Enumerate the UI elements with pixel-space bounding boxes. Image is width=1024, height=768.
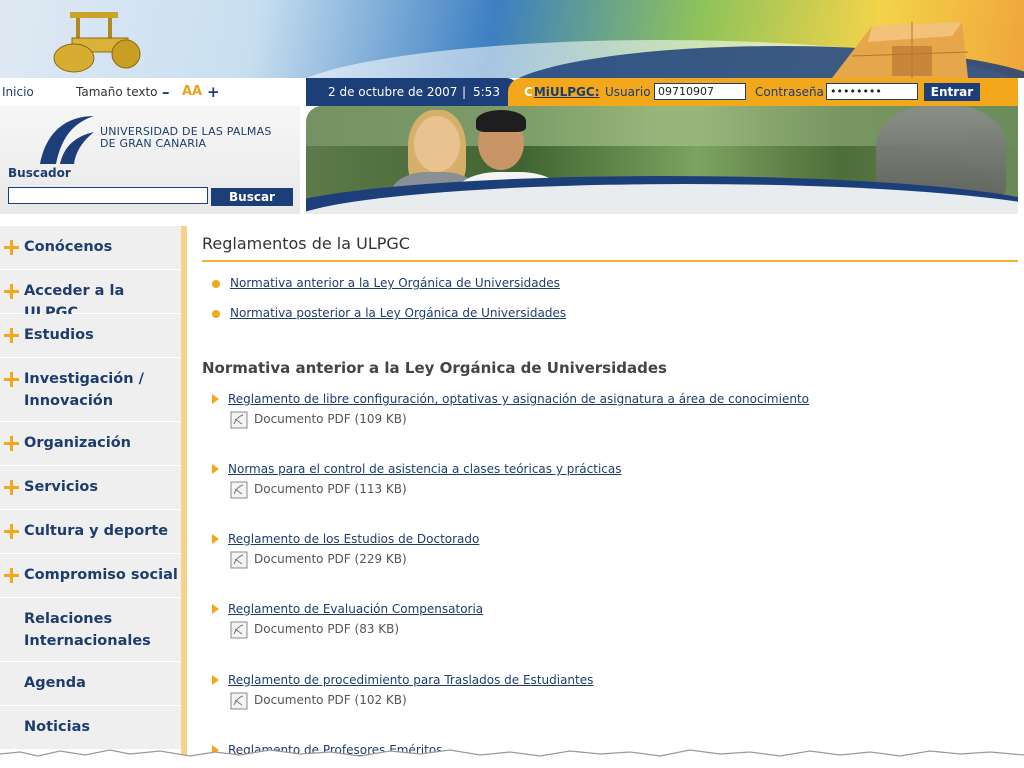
date-separator: | [462,85,467,99]
arrow-bullet-icon [212,394,219,404]
toc-link-anterior[interactable]: Normativa anterior a la Ley Orgánica de … [230,276,560,290]
university-name: UNIVERSIDAD DE LAS PALMAS DE GRAN CANARI… [100,126,272,150]
plus-icon [3,523,20,540]
nav-item-label: Agenda [24,675,86,691]
pdf-document-icon[interactable] [230,551,248,569]
current-time: 5:53 [473,85,500,99]
plus-icon [3,371,20,388]
text-size-icon: AA [182,84,203,99]
nav-item-cultura-deporte[interactable]: Cultura y deporte [0,510,181,554]
pdf-document-icon[interactable] [230,692,248,710]
nav-item-investigacion[interactable]: Investigación / Innovación [0,358,181,422]
road-roller-illustration [53,12,141,73]
document-link[interactable]: Reglamento de los Estudios de Doctorado [228,532,479,546]
pdf-document-icon[interactable] [230,411,248,429]
document-meta: Documento PDF (102 KB) [254,693,407,707]
document-meta: Documento PDF (113 KB) [254,482,407,496]
ulpgc-logo-icon[interactable] [36,112,98,168]
bullet-icon [212,310,220,318]
building-blocks-illustration [832,22,969,78]
password-label: Contraseña [755,85,824,99]
nav-item-label: Conócenos [24,239,113,255]
miulpgc-label: MiULPGC: [533,85,600,99]
miulpgc-link[interactable]: CMiULPGC: [524,78,600,106]
password-input[interactable] [826,83,918,100]
nav-item-organizacion[interactable]: Organización [0,422,181,466]
logo-search-panel: UNIVERSIDAD DE LAS PALMAS DE GRAN CANARI… [0,106,300,214]
student-female-face [414,116,460,172]
torn-edge-decoration [0,749,1024,768]
hero-photo [306,106,1018,214]
date-time-bar: 2 de octubre de 2007 | 5:53 [306,78,520,106]
arrow-bullet-icon [212,534,219,544]
toolbar-left: Inicio Tamaño texto – AA + [0,78,306,106]
sidebar-nav: Conócenos Acceder a la ULPGC Estudios In… [0,226,184,768]
user-label: Usuario [605,85,651,99]
university-name-line2: DE GRAN CANARIA [100,137,207,150]
document-link[interactable]: Reglamento de procedimiento para Traslad… [228,673,593,687]
nav-item-label: Compromiso social [24,567,178,583]
nav-item-label: Noticias [24,719,90,735]
nav-item-relaciones-internacionales[interactable]: Relaciones Internacionales [0,598,181,662]
plus-icon [3,283,20,300]
document-meta: Documento PDF (109 KB) [254,412,407,426]
plus-icon [3,239,20,256]
title-divider [202,260,1018,262]
student-male-hair [476,110,526,132]
document-meta: Documento PDF (83 KB) [254,622,400,636]
miulpgc-logo-icon: C [524,85,533,99]
nav-item-label: Investigación / [24,371,144,387]
user-input[interactable] [654,83,746,100]
page-title: Reglamentos de la ULPGC [202,234,410,253]
plus-icon [3,479,20,496]
top-banner [0,0,1024,78]
plus-icon [3,567,20,584]
nav-item-estudios[interactable]: Estudios [0,314,181,358]
document-meta: Documento PDF (229 KB) [254,552,407,566]
nav-item-label-line2: Internacionales [24,633,151,649]
search-input[interactable] [8,187,208,204]
nav-item-label: Cultura y deporte [24,523,169,539]
nav-item-agenda[interactable]: Agenda [0,662,181,706]
plus-icon [3,435,20,452]
text-larger-button[interactable]: + [207,78,220,106]
login-button[interactable]: Entrar [924,83,980,101]
pdf-document-icon[interactable] [230,621,248,639]
toolbar: Inicio Tamaño texto – AA + 2 de octubre … [0,78,1024,106]
nav-item-label-line2: Innovación [24,393,114,409]
nav-item-label: Servicios [24,479,99,495]
nav-item-label: Estudios [24,327,94,343]
current-date: 2 de octubre de 2007 [328,85,458,99]
search-label: Buscador [8,166,71,180]
nav-item-label: Relaciones [24,611,113,627]
section-title: Normativa anterior a la Ley Orgánica de … [202,359,667,377]
pdf-document-icon[interactable] [230,481,248,499]
document-link[interactable]: Reglamento de Evaluación Compensatoria [228,602,483,616]
search-button[interactable]: Buscar [211,188,293,206]
bullet-icon [212,280,220,288]
arrow-bullet-icon [212,464,219,474]
text-smaller-button[interactable]: – [162,78,170,106]
nav-item-conocenos[interactable]: Conócenos [0,226,181,270]
login-bar: CMiULPGC: Usuario Contraseña Entrar [508,78,1018,106]
arrow-bullet-icon [212,604,219,614]
nav-item-compromiso-social[interactable]: Compromiso social [0,554,181,598]
document-link[interactable]: Normas para el control de asistencia a c… [228,462,622,476]
nav-item-label: Organización [24,435,132,451]
nav-item-servicios[interactable]: Servicios [0,466,181,510]
text-size-label: Tamaño texto [76,85,158,99]
toc-link-posterior[interactable]: Normativa posterior a la Ley Orgánica de… [230,306,566,320]
plus-icon [3,327,20,344]
document-link[interactable]: Reglamento de libre configuración, optat… [228,392,809,406]
nav-item-acceder[interactable]: Acceder a la ULPGC [0,270,181,321]
arrow-bullet-icon [212,675,219,685]
home-link[interactable]: Inicio [2,78,34,106]
